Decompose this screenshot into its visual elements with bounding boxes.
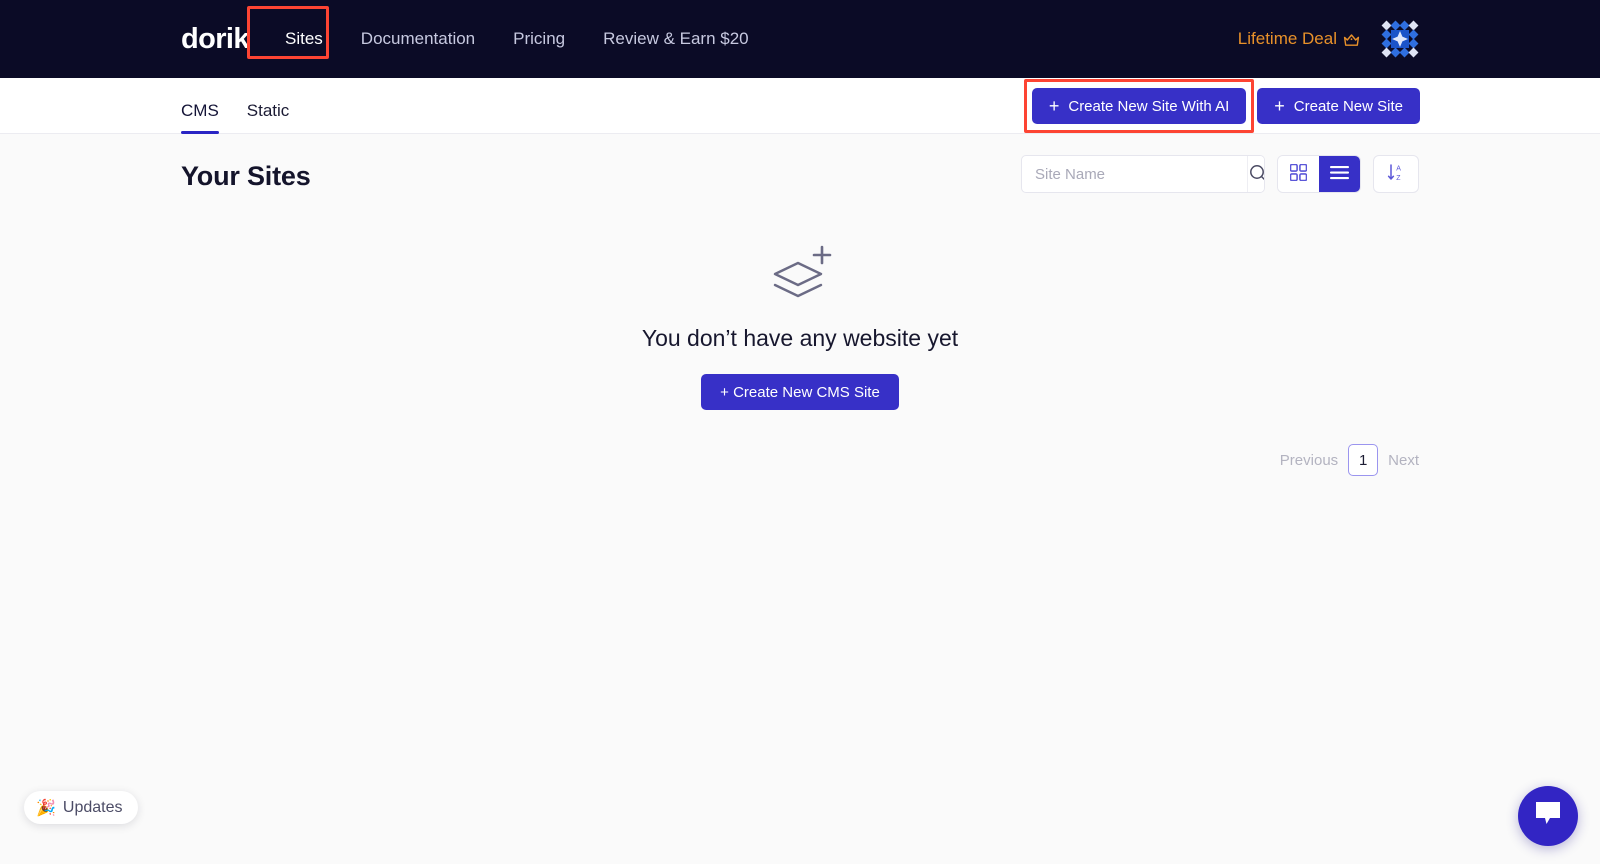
svg-text:A: A: [1396, 166, 1401, 173]
create-new-site-button[interactable]: + Create New Site: [1257, 88, 1420, 124]
grid-view-icon: [1289, 163, 1308, 184]
layers-plus-icon: [767, 242, 833, 309]
app-root: dorik Sites Documentation Pricing Review…: [0, 0, 1600, 864]
empty-state-message: You don’t have any website yet: [641, 325, 959, 351]
user-avatar[interactable]: [1380, 19, 1420, 59]
sort-button[interactable]: A Z: [1373, 155, 1419, 193]
search-input[interactable]: [1022, 156, 1247, 192]
lifetime-deal-label: Lifetime Deal: [1237, 29, 1337, 48]
pagination-page-1[interactable]: 1: [1348, 444, 1379, 476]
main-content: Your Sites Site Name A Z You don’t have …: [0, 134, 1600, 864]
subnav-action-buttons: + Create New Site With AI + Create New S…: [1023, 79, 1420, 133]
lifetime-deal-link[interactable]: Lifetime Deal: [1238, 29, 1360, 49]
site-type-tabs: CMS Static: [181, 78, 317, 134]
nav-link-review-earn[interactable]: Review & Earn $20: [603, 29, 749, 49]
nav-link-documentation[interactable]: Documentation: [361, 29, 475, 49]
crown-icon: [1343, 32, 1360, 46]
list-view-button[interactable]: [1319, 156, 1360, 192]
chat-support-button[interactable]: [1518, 786, 1578, 846]
search-box: [1021, 155, 1265, 193]
sub-navigation-bar: CMS Static + Create New Site With AI + C…: [0, 78, 1600, 134]
chat-bubble-icon: [1533, 800, 1563, 832]
sort-az-icon: A Z: [1387, 163, 1406, 185]
sites-toolbar: A Z: [1021, 155, 1419, 193]
plus-icon: +: [1274, 96, 1285, 116]
pagination-next[interactable]: Next: [1388, 452, 1419, 469]
tab-cms[interactable]: CMS: [181, 101, 219, 134]
pagination: Previous 1 Next: [1280, 444, 1419, 476]
create-new-site-with-ai-button[interactable]: + Create New Site With AI: [1031, 88, 1247, 124]
main-nav-links: Sites Documentation Pricing Review & Ear…: [247, 0, 787, 78]
nav-item-sites-wrapper: Sites: [247, 6, 361, 59]
create-new-site-label: Create New Site: [1293, 97, 1403, 115]
grid-view-button[interactable]: [1278, 156, 1319, 192]
view-toggle-group: [1277, 155, 1361, 193]
nav-link-pricing[interactable]: Pricing: [513, 29, 565, 49]
pagination-previous[interactable]: Previous: [1280, 452, 1338, 469]
party-popper-icon: 🎉: [36, 799, 56, 817]
create-new-site-with-ai-label: Create New Site With AI: [1068, 97, 1230, 115]
dorik-logo[interactable]: dorik: [181, 23, 250, 55]
updates-widget[interactable]: 🎉 Updates: [24, 791, 138, 824]
top-navigation-bar: dorik Sites Documentation Pricing Review…: [0, 0, 1600, 78]
search-icon: [1248, 163, 1264, 186]
search-button[interactable]: [1247, 156, 1264, 192]
top-nav-right-group: Lifetime Deal: [1238, 0, 1600, 78]
logo-text: dorik: [181, 23, 250, 55]
list-view-icon: [1330, 165, 1349, 183]
nav-link-sites[interactable]: Sites: [285, 29, 323, 49]
create-new-cms-site-button[interactable]: + Create New CMS Site: [701, 374, 899, 410]
svg-text:Z: Z: [1396, 175, 1401, 182]
empty-state: You don’t have any website yet + Create …: [0, 242, 1600, 410]
tab-static[interactable]: Static: [247, 101, 290, 134]
page-title: Your Sites: [181, 161, 311, 191]
create-new-site-with-ai-wrapper: + Create New Site With AI: [1023, 79, 1255, 133]
plus-icon: +: [1048, 96, 1060, 116]
updates-label: Updates: [62, 798, 123, 816]
